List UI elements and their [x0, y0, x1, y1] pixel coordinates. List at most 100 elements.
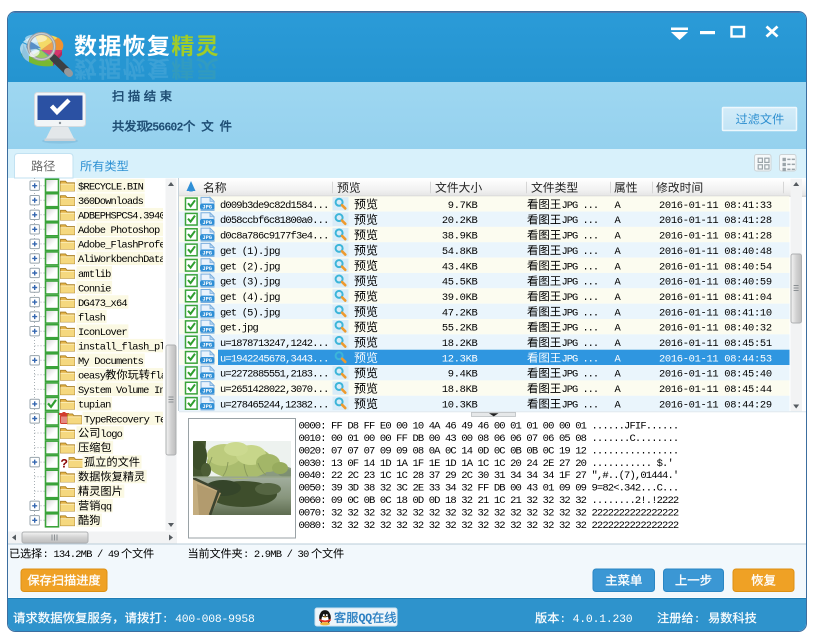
svg-text:JPG: JPG [202, 389, 212, 395]
svg-text:IconLover: IconLover [78, 327, 127, 339]
svg-text:54.8KB: 54.8KB [442, 246, 478, 258]
svg-text:JPG: JPG [202, 312, 212, 318]
svg-text:2016-01-11 08:40:59: 2016-01-11 08:40:59 [659, 277, 772, 289]
svg-text:JPG: JPG [202, 220, 212, 226]
svg-text:A: A [615, 200, 622, 212]
svg-text:Adobe Photoshop C: Adobe Photoshop C [78, 225, 171, 237]
svg-text:JPG: JPG [202, 373, 212, 379]
svg-text:: 2.9MB / 30: : 2.9MB / 30 [243, 549, 309, 561]
svg-text:2016-01-11 08:45:40: 2016-01-11 08:45:40 [659, 369, 772, 381]
svg-text:A: A [615, 261, 622, 273]
svg-text:: 400-008-9958: : 400-008-9958 [162, 614, 255, 626]
svg-text:u=1942245678,3443...: u=1942245678,3443... [220, 353, 329, 365]
svg-text:JPG ...: JPG ... [562, 215, 599, 227]
svg-text:0030: 13 0F 14 1D 1A 1F 1E 1D: 0030: 13 0F 14 1D 1A 1F 1E 1D 1A 1C 1C 2… [299, 458, 673, 470]
svg-text:2016-01-11 08:45:44: 2016-01-11 08:45:44 [659, 384, 772, 396]
svg-text:45.5KB: 45.5KB [442, 277, 478, 289]
svg-text:amtlib: amtlib [78, 269, 111, 281]
svg-text:12.3KB: 12.3KB [442, 353, 478, 365]
svg-text:A: A [615, 384, 622, 396]
svg-text:JPG: JPG [202, 204, 212, 210]
svg-text:A: A [615, 353, 622, 365]
svg-text:TypeRecovery Test: TypeRecovery Test [84, 414, 177, 426]
svg-text:: 4.0.1.230: : 4.0.1.230 [559, 614, 632, 626]
svg-text:0020: 07 07 07 09 09 08 0A 0C: 0020: 07 07 07 09 09 08 0A 0C 14 0D 0C 0… [299, 445, 679, 457]
svg-text:20.2KB: 20.2KB [442, 215, 478, 227]
svg-text:JPG ...: JPG ... [562, 292, 599, 304]
svg-text:JPG: JPG [202, 404, 212, 410]
svg-text:JPG ...: JPG ... [562, 307, 599, 319]
svg-text:oeasy: oeasy [78, 371, 106, 383]
svg-text:A: A [615, 277, 622, 289]
svg-text:d058ccbf6c81800a0...: d058ccbf6c81800a0... [220, 215, 329, 227]
svg-text:A: A [615, 323, 622, 335]
svg-text:JPG ...: JPG ... [562, 261, 599, 273]
svg-text:39.0KB: 39.0KB [442, 292, 478, 304]
svg-text:0000: FF D8 FF E0 00 10 4A 46: 0000: FF D8 FF E0 00 10 4A 46 49 46 00 0… [299, 420, 679, 432]
svg-text:u=2272885551,2183...: u=2272885551,2183... [220, 369, 329, 381]
svg-text:0050: 39 3D 38 32 3C 2E 33 34: 0050: 39 3D 38 32 3C 2E 33 34 32 FF DB 0… [299, 483, 679, 495]
svg-text:A: A [615, 246, 622, 258]
svg-text:2016-01-11 08:41:04: 2016-01-11 08:41:04 [659, 292, 772, 304]
svg-text:d0c8a786c9177f3e4...: d0c8a786c9177f3e4... [220, 231, 329, 243]
svg-text:u=2651428022,3070...: u=2651428022,3070... [220, 384, 329, 396]
svg-text:A: A [615, 369, 622, 381]
svg-text:JPG: JPG [202, 297, 212, 303]
svg-text:0060: 09 0C 0B 0C 18 0D 0D 18: 0060: 09 0C 0B 0C 18 0D 0D 18 32 21 1C 2… [299, 495, 679, 507]
svg-text:qq: qq [100, 502, 111, 514]
svg-text:256602: 256602 [146, 121, 183, 134]
svg-text:get (4).jpg: get (4).jpg [220, 292, 280, 304]
svg-text:JPG ...: JPG ... [562, 277, 599, 289]
svg-text:flash: flash [78, 312, 106, 324]
svg-text:install_flash_pl: install_flash_pl [78, 342, 165, 354]
svg-text:55.2KB: 55.2KB [442, 323, 478, 335]
svg-text:QQ: QQ [359, 613, 373, 626]
svg-text:A: A [615, 292, 622, 304]
svg-text:2016-01-11 08:41:28: 2016-01-11 08:41:28 [659, 215, 772, 227]
svg-text:get (3).jpg: get (3).jpg [220, 277, 280, 289]
svg-text:2016-01-11 08:40:54: 2016-01-11 08:40:54 [659, 261, 772, 273]
svg-text:18.8KB: 18.8KB [442, 384, 478, 396]
svg-text:get.jpg: get.jpg [220, 323, 259, 335]
svg-text:u=1878713247,1242...: u=1878713247,1242... [220, 338, 329, 350]
svg-text:JPG: JPG [202, 235, 212, 241]
svg-text:JPG: JPG [202, 281, 212, 287]
svg-text:JPG ...: JPG ... [562, 338, 599, 350]
svg-text:ADBEPHSPCS4.39402: ADBEPHSPCS4.39402 [78, 211, 171, 223]
svg-text:0080: 32 32 32 32 32 32 32 32: 0080: 32 32 32 32 32 32 32 32 32 32 32 3… [299, 520, 679, 532]
svg-text:JPG ...: JPG ... [562, 353, 599, 365]
svg-text:$RECYCLE.BIN: $RECYCLE.BIN [78, 181, 144, 193]
svg-text:0070: 32 32 32 32 32 32 32 32: 0070: 32 32 32 32 32 32 32 32 32 32 32 3… [299, 508, 679, 520]
svg-text:47.2KB: 47.2KB [442, 307, 478, 319]
svg-text:10.3KB: 10.3KB [442, 399, 478, 411]
svg-text:9.4KB: 9.4KB [448, 369, 478, 381]
svg-text:JPG ...: JPG ... [562, 323, 599, 335]
svg-text:0040: 22 2C 23 1C 1C 28 37 29: 0040: 22 2C 23 1C 1C 28 37 29 2C 30 31 3… [299, 470, 679, 482]
svg-text:get (5).jpg: get (5).jpg [220, 307, 280, 319]
svg-text:: 134.2MB / 49: : 134.2MB / 49 [43, 549, 120, 561]
svg-text:d009b3de9c82d1584...: d009b3de9c82d1584... [220, 200, 329, 212]
svg-text:u=278465244,12382...: u=278465244,12382... [220, 399, 329, 411]
svg-text:AliWorkbenchData: AliWorkbenchData [78, 254, 165, 266]
svg-text:2016-01-11 08:41:10: 2016-01-11 08:41:10 [659, 307, 772, 319]
svg-text:360Downloads: 360Downloads [78, 196, 144, 208]
svg-text:JPG ...: JPG ... [562, 246, 599, 258]
svg-text:JPG ...: JPG ... [562, 384, 599, 396]
svg-text:My Documents: My Documents [78, 356, 144, 368]
svg-text:logo: logo [100, 429, 122, 441]
svg-text:JPG ...: JPG ... [562, 200, 599, 212]
svg-text:Connie: Connie [78, 283, 111, 295]
svg-text:A: A [615, 338, 622, 350]
svg-text:A: A [615, 215, 622, 227]
svg-text:DG473_x64: DG473_x64 [78, 298, 127, 310]
svg-text::: : [694, 614, 701, 626]
svg-text:JPG: JPG [202, 358, 212, 364]
svg-text:2016-01-11 08:44:29: 2016-01-11 08:44:29 [659, 399, 772, 411]
svg-text:18.2KB: 18.2KB [442, 338, 478, 350]
svg-text:A: A [615, 231, 622, 243]
svg-text:get (2).jpg: get (2).jpg [220, 261, 280, 273]
svg-text:38.9KB: 38.9KB [442, 231, 478, 243]
svg-text:get (1).jpg: get (1).jpg [220, 246, 280, 258]
svg-text:JPG: JPG [202, 327, 212, 333]
svg-text:2016-01-11 08:41:33: 2016-01-11 08:41:33 [659, 200, 772, 212]
